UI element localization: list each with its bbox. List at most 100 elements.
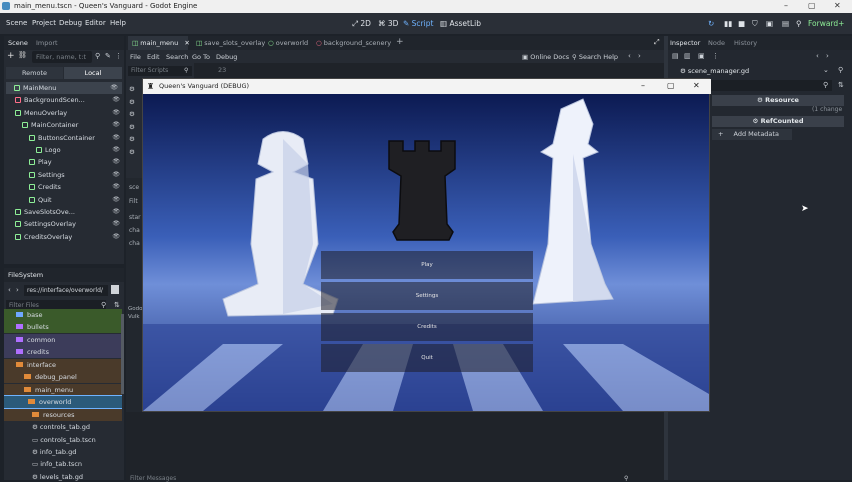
visibility-icon[interactable]: 👁 [112,107,120,119]
visibility-icon[interactable]: 👁 [112,231,120,243]
mode-2d-button[interactable]: ⤢ 2D [352,19,371,29]
sort-icon[interactable]: ⇅ [114,301,120,309]
visibility-icon[interactable]: 👁 [112,132,120,144]
tab-node[interactable]: Node [708,39,725,47]
tree-node[interactable]: SettingsOverlay 👁 [15,218,124,230]
tree-node[interactable]: Settings 👁 [29,169,124,181]
script-icon[interactable]: ✎ [105,52,111,60]
tree-node[interactable]: Credits 👁 [29,181,124,193]
filter-scripts-input[interactable]: Filter Scripts [128,66,192,76]
game-minimize-icon[interactable]: – [641,81,645,90]
tree-node[interactable]: MainContainer 👁 [22,119,124,131]
tree-node[interactable]: MenuOverlay 👁 [15,107,124,119]
profiler-icon[interactable]: ⚲ [796,19,802,28]
code-area[interactable]: 23 [194,63,664,77]
section-refcounted[interactable]: ⚙ RefCounted [712,116,844,127]
visibility-icon[interactable]: 👁 [110,82,118,94]
tab-import[interactable]: Import [36,39,58,47]
search-help-link[interactable]: ⚲ Search Help [572,53,618,61]
editor-tab-save-slots[interactable]: ◫ save_slots_overlay [196,39,265,47]
file-list-item[interactable]: interface [4,358,122,371]
menu-project[interactable]: Project [32,19,56,27]
file-list-item[interactable]: base [4,309,122,321]
tab-history[interactable]: History [734,39,757,47]
file-list-item[interactable]: ▭ info_tab.tscn [4,458,122,470]
movie-icon[interactable]: ▤ [782,19,789,28]
file-list-item[interactable]: ⚙ levels_tab.gd [4,471,122,481]
play-icon[interactable]: ▮▮ [724,19,732,28]
credits-button[interactable]: Credits [321,313,533,341]
game-maximize-icon[interactable]: ▢ [667,81,675,90]
editor-tab-background[interactable]: ○ background_scenery [316,39,391,47]
settings-button[interactable]: Settings [321,282,533,310]
back-icon[interactable]: ‹ [8,286,11,294]
fs-scrollbar[interactable] [121,314,124,394]
inspector-more-icon[interactable]: ⋮ [712,52,719,60]
new-resource-icon[interactable]: ▤ [672,52,679,60]
menu-editor[interactable]: Editor [85,19,106,27]
tree-node[interactable]: ButtonsContainer 👁 [29,132,124,144]
distraction-free-icon[interactable]: ⤢ [654,38,660,47]
file-list-item[interactable]: ⚙ controls_tab.gd [4,421,122,433]
quit-button[interactable]: Quit [321,344,533,372]
script-menu-search[interactable]: Search [166,53,188,61]
renderer-select[interactable]: Forward+ [808,19,844,28]
script-menu-goto[interactable]: Go To [192,53,210,61]
visibility-icon[interactable]: 👁 [112,218,120,230]
menu-scene[interactable]: Scene [6,19,27,27]
mode-script-button[interactable]: ✎ Script [403,19,433,28]
next-script-icon[interactable]: › [638,52,641,60]
tree-node[interactable]: Quit 👁 [29,194,124,206]
tree-node[interactable]: MainMenu 👁 [6,82,122,94]
visibility-icon[interactable]: 👁 [112,144,120,156]
file-list-item[interactable]: common [4,333,122,346]
forward-icon[interactable]: › [16,286,19,294]
play-button[interactable]: Play [321,251,533,279]
mode-3d-button[interactable]: ⌘ 3D [378,19,398,28]
split-view-icon[interactable] [111,285,119,294]
editor-tab-main-menu[interactable]: ◫ main_menu ✕ [132,39,190,47]
script-menu-edit[interactable]: Edit [147,53,160,61]
tab-scene[interactable]: Scene [8,39,28,47]
visibility-icon[interactable]: 👁 [112,119,120,131]
script-menu-file[interactable]: File [130,53,141,61]
visibility-icon[interactable]: 👁 [112,181,120,193]
path-input[interactable]: res://interface/overworld/ [24,285,108,296]
tab-inspector[interactable]: Inspector [670,39,700,47]
file-list-item[interactable]: bullets [4,321,122,334]
visibility-icon[interactable]: 👁 [112,156,120,168]
history-back-icon[interactable]: ‹ [816,52,819,60]
open-resource-icon[interactable]: ▥ [684,52,691,60]
play-custom-icon[interactable]: ▣ [766,19,773,28]
inspected-object-select[interactable]: ⚙ scene_manager.gd [670,66,830,77]
history-forward-icon[interactable]: › [826,52,829,60]
local-tab[interactable]: Local [64,67,122,79]
add-metadata-button[interactable]: + Add Metadata [712,129,792,140]
tree-node[interactable]: Logo 👁 [36,144,124,156]
new-tab-icon[interactable]: + [396,37,404,47]
tree-node[interactable]: BackgroundScen... 👁 [15,94,124,106]
tree-node[interactable]: Play 👁 [29,156,124,168]
play-scene-icon[interactable]: ⛉ [752,19,758,29]
close-icon[interactable]: ✕ [834,1,841,10]
object-history-icon[interactable]: ⚲ [838,66,843,74]
tree-node[interactable]: SaveSlotsOve... 👁 [15,206,124,218]
file-list-item[interactable]: ⚙ info_tab.gd [4,446,122,458]
tab-close-icon[interactable]: ✕ [184,39,189,47]
minimize-icon[interactable]: – [784,1,788,10]
more-icon[interactable]: ⋮ [115,52,122,60]
game-close-icon[interactable]: ✕ [693,81,700,90]
properties-options-icon[interactable]: ⇅ [838,81,844,89]
remote-debug-icon[interactable]: ↻ [708,19,714,28]
link-icon[interactable]: ⛓ [18,51,27,59]
file-list-item[interactable]: resources [4,408,122,421]
visibility-icon[interactable]: 👁 [112,169,120,181]
online-docs-link[interactable]: ▣ Online Docs [522,53,569,61]
visibility-icon[interactable]: 👁 [112,94,120,106]
tree-node[interactable]: CreditsOverlay 👁 [15,231,124,243]
stop-icon[interactable]: ■ [738,19,745,28]
mode-assetlib-button[interactable]: ▥ AssetLib [440,19,481,28]
remote-tab[interactable]: Remote [6,67,63,79]
editor-tab-overworld[interactable]: ○ overworld [268,39,308,47]
filter-messages-input[interactable]: Filter Messages [130,475,176,482]
